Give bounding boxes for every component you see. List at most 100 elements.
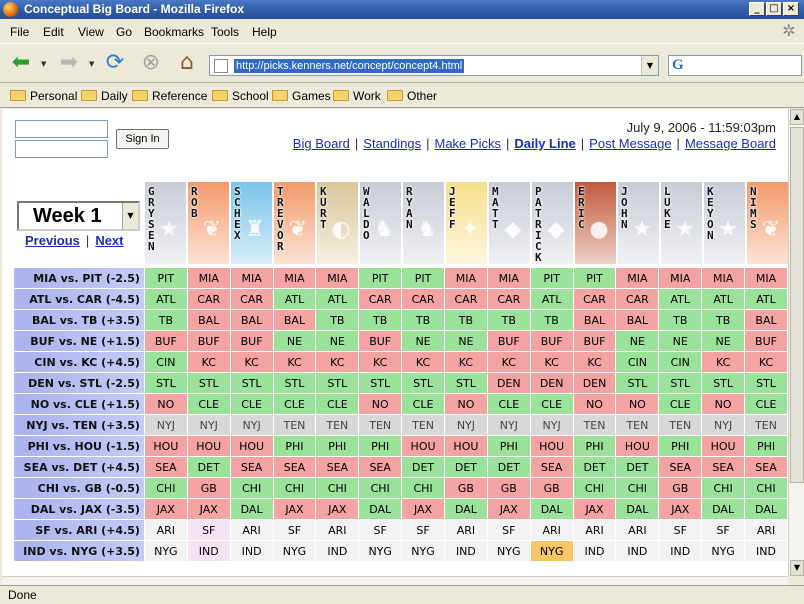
chevron-down-icon[interactable]: ▼: [122, 203, 138, 229]
link-daily-line[interactable]: Daily Line: [514, 136, 575, 151]
player-column-header[interactable]: SCHEX ♜: [231, 182, 273, 264]
next-week-link[interactable]: Next: [95, 233, 123, 248]
pick-cell: ATL: [315, 288, 360, 310]
pick-cell: GB: [443, 477, 488, 499]
pick-cell: SEA: [529, 456, 574, 478]
menu-help[interactable]: Help: [252, 25, 277, 39]
pick-cell: PIT: [143, 267, 188, 289]
link-message-board[interactable]: Message Board: [685, 136, 776, 151]
pick-cell: SEA: [315, 456, 360, 478]
pick-cell: ARI: [443, 519, 488, 541]
folder-icon: [387, 90, 403, 101]
player-column-header[interactable]: JOHN ★: [618, 182, 660, 264]
search-field[interactable]: G: [668, 55, 802, 76]
menu-edit[interactable]: Edit: [43, 25, 64, 39]
player-column-header[interactable]: LUKE ★: [661, 182, 703, 264]
back-dropdown-icon[interactable]: ▼: [41, 60, 49, 68]
pick-cell: NYJ: [229, 414, 274, 436]
pick-cell: KC: [529, 351, 574, 373]
game-row: CHI vs. GB (-0.5) CHI GB CHI CHI CHI CHI CHI GB G…: [13, 477, 788, 499]
pick-cell: JAX: [572, 498, 617, 520]
link-make-picks[interactable]: Make Picks: [435, 136, 501, 151]
scroll-thumb[interactable]: [790, 127, 804, 483]
url-field[interactable]: http://picks.kenners.net/concept/concept…: [209, 55, 659, 76]
menu-file[interactable]: File: [10, 25, 29, 39]
pick-cell: MIA: [186, 267, 231, 289]
password-field[interactable]: [15, 140, 108, 158]
pick-cell: ATL: [744, 288, 788, 310]
player-column-header[interactable]: MATT ◆: [489, 182, 531, 264]
minimize-button[interactable]: _: [749, 2, 765, 16]
pick-cell: CLE: [186, 393, 231, 415]
week-pager: Previous | Next: [25, 233, 124, 248]
link-post-message[interactable]: Post Message: [589, 136, 671, 151]
menu-go[interactable]: Go: [116, 25, 132, 39]
pick-cell: NYG: [143, 540, 188, 562]
bookmark-school[interactable]: School: [212, 89, 269, 103]
home-icon[interactable]: ⌂: [174, 50, 200, 76]
player-name: PATRICK: [535, 185, 542, 264]
stop-icon[interactable]: ⊗: [138, 50, 164, 76]
scroll-up-icon[interactable]: ▲: [790, 109, 804, 125]
pick-cell: STL: [143, 372, 188, 394]
vertical-scrollbar[interactable]: ▲ ▼: [788, 109, 804, 576]
pick-cell: BUF: [572, 330, 617, 352]
player-column-header[interactable]: RYAN ♞: [403, 182, 445, 264]
pick-cell: NO: [701, 393, 746, 415]
pick-cell: CLE: [315, 393, 360, 415]
pick-cell: MIA: [229, 267, 274, 289]
forward-dropdown-icon[interactable]: ▼: [89, 60, 97, 68]
player-name: ROB: [191, 185, 198, 220]
game-row: BUF vs. NE (+1.5) BUF BUF BUF NE NE BUF NE NE BUF…: [13, 330, 788, 352]
bookmark-work[interactable]: Work: [333, 89, 381, 103]
player-column-header[interactable]: JEFF ✦: [446, 182, 488, 264]
menu-tools[interactable]: Tools: [211, 25, 239, 39]
player-column-header[interactable]: TREVOR ❦: [274, 182, 316, 264]
player-column-header[interactable]: KEYON ★: [704, 182, 746, 264]
player-column-header[interactable]: ROB ❦: [188, 182, 230, 264]
pick-cell: KC: [486, 351, 531, 373]
datetime-label: July 9, 2006 - 11:59:03pm: [626, 120, 776, 135]
menu-view[interactable]: View: [78, 25, 104, 39]
url-text[interactable]: http://picks.kenners.net/concept/concept…: [234, 59, 465, 73]
url-dropdown-icon[interactable]: ▼: [641, 56, 658, 75]
username-field[interactable]: [15, 120, 108, 138]
folder-icon: [81, 90, 97, 101]
scroll-down-icon[interactable]: ▼: [790, 560, 804, 576]
title-bar: Conceptual Big Board - Mozilla Firefox _…: [0, 0, 804, 19]
search-engine-icon[interactable]: G: [672, 57, 684, 74]
bookmark-daily[interactable]: Daily: [81, 89, 128, 103]
player-column-header[interactable]: WALDO ♞: [360, 182, 402, 264]
pick-cell: NE: [615, 330, 660, 352]
pick-cell: BAL: [186, 309, 231, 331]
bookmark-games[interactable]: Games: [272, 89, 331, 103]
pick-cell: SF: [701, 519, 746, 541]
pick-cell: NYG: [358, 540, 403, 562]
pick-cell: SEA: [744, 456, 788, 478]
player-column-header[interactable]: GRYSEN ★: [145, 182, 187, 264]
player-column-header[interactable]: KURT ◐: [317, 182, 359, 264]
bookmark-reference[interactable]: Reference: [132, 89, 207, 103]
player-column-header[interactable]: PATRICK ◆: [532, 182, 574, 264]
previous-week-link[interactable]: Previous: [25, 233, 80, 248]
reload-icon[interactable]: ⟳: [102, 50, 128, 76]
game-row: DEN vs. STL (-2.5) STL STL STL STL STL STL STL S…: [13, 372, 788, 394]
player-column-header[interactable]: ERIC ●: [575, 182, 617, 264]
game-label: NO vs. CLE (+1.5): [13, 393, 145, 415]
pick-cell: NYG: [529, 540, 574, 562]
player-column-header[interactable]: NIMS ❦: [747, 182, 788, 264]
pick-cell: BUF: [529, 330, 574, 352]
bookmark-personal[interactable]: Personal: [10, 89, 77, 103]
maximize-button[interactable]: □: [766, 2, 782, 16]
week-select[interactable]: Week 1 ▼: [17, 201, 140, 231]
forward-icon[interactable]: ➡: [56, 50, 82, 76]
horizontal-scrollbar[interactable]: [2, 576, 788, 585]
pick-cell: GB: [186, 477, 231, 499]
signin-button[interactable]: Sign In: [116, 129, 169, 149]
link-big-board[interactable]: Big Board: [293, 136, 350, 151]
link-standings[interactable]: Standings: [363, 136, 421, 151]
bookmark-other[interactable]: Other: [387, 89, 437, 103]
menu-bookmarks[interactable]: Bookmarks: [144, 25, 204, 39]
close-button[interactable]: ×: [783, 2, 799, 16]
back-icon[interactable]: ⬅: [8, 50, 34, 76]
